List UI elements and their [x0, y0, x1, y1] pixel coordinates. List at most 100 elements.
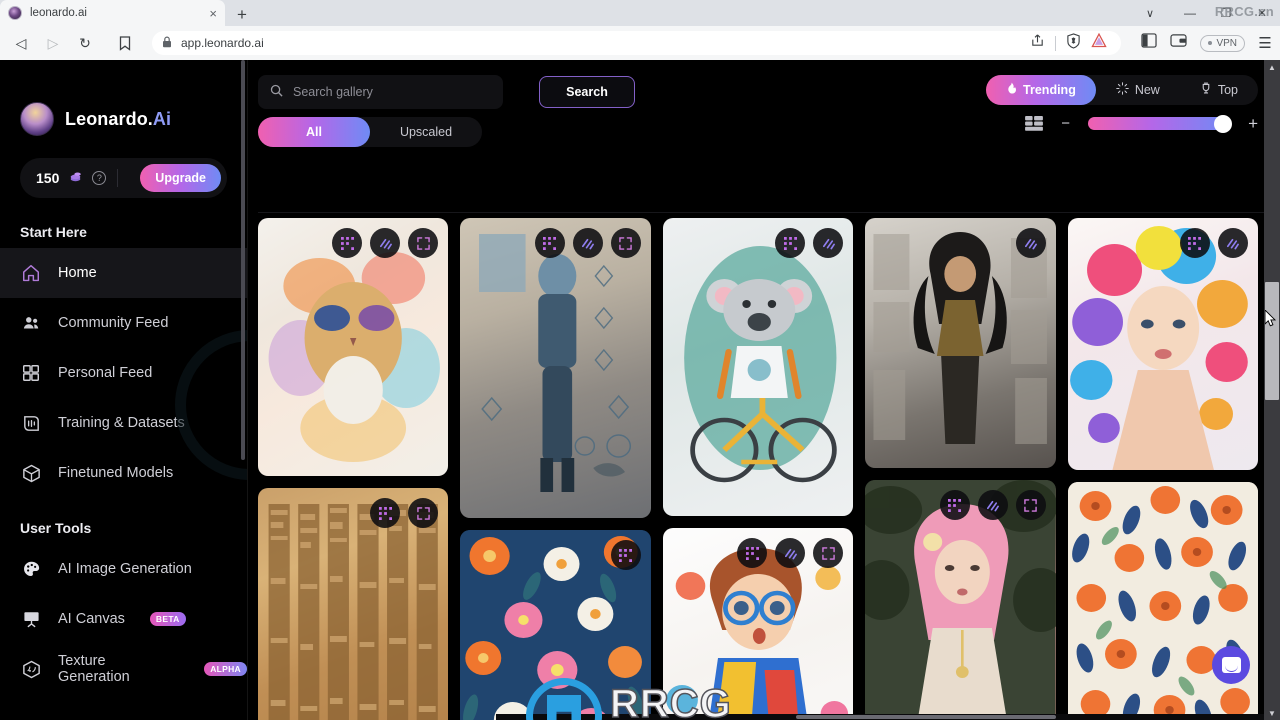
brave-shield-icon[interactable]	[1066, 32, 1081, 54]
variation-icon[interactable]	[572, 228, 603, 258]
scroll-down-arrow[interactable]: ▼	[1264, 706, 1280, 720]
sidebar-section-start-here: Start Here	[20, 224, 87, 240]
page-scroll-thumb[interactable]	[1265, 282, 1279, 400]
search-button[interactable]: Search	[539, 76, 635, 108]
horizontal-scroll-thumb[interactable]	[796, 715, 1056, 719]
tab-close-icon[interactable]: ×	[209, 7, 217, 20]
community-icon	[20, 312, 42, 334]
gallery-card[interactable]	[460, 218, 651, 518]
variation-icon[interactable]	[977, 490, 1008, 520]
horizontal-scrollbar[interactable]	[496, 714, 1280, 720]
gallery-card[interactable]	[258, 218, 449, 476]
sidebar-item-community-feed[interactable]: Community Feed	[0, 298, 247, 348]
sidebar-item-training-datasets[interactable]: Training & Datasets	[0, 398, 247, 448]
upscale-icon[interactable]	[370, 498, 401, 528]
browser-window: leonardo.ai × + ∨ — ❐ ✕ RRCG.cn ◁ ▷ ↻ ap…	[0, 0, 1280, 720]
page-content: Leonardo.Ai 150 ? Upgrade Start Here Hom…	[0, 60, 1280, 720]
variation-icon[interactable]	[1015, 228, 1046, 258]
zoom-controls: − +	[1025, 114, 1258, 133]
expand-icon[interactable]	[1015, 490, 1046, 520]
expand-icon[interactable]	[610, 228, 641, 258]
gallery-card[interactable]	[258, 488, 449, 720]
forward-icon[interactable]: ▷	[40, 30, 66, 56]
upscale-icon[interactable]	[332, 228, 363, 258]
vpn-label: VPN	[1216, 37, 1237, 49]
upscale-icon[interactable]	[610, 540, 641, 570]
filter-tab-all[interactable]: All	[258, 117, 370, 147]
new-tab-button[interactable]: +	[237, 6, 247, 23]
sidebar-item-label: AI Canvas	[58, 611, 125, 627]
sidebar-item-ai-image-generation[interactable]: AI Image Generation	[0, 544, 247, 594]
expand-icon[interactable]	[813, 538, 844, 568]
trophy-icon	[1200, 82, 1212, 98]
gallery-card[interactable]	[865, 218, 1056, 468]
sidebar-item-ai-canvas[interactable]: AI Canvas BETA	[0, 594, 247, 644]
zoom-slider[interactable]	[1088, 114, 1233, 133]
variation-icon[interactable]	[370, 228, 401, 258]
variation-icon[interactable]	[813, 228, 844, 258]
bookmark-icon[interactable]	[112, 30, 138, 56]
expand-icon[interactable]	[408, 228, 439, 258]
search-input[interactable]	[293, 85, 491, 99]
home-icon	[20, 262, 42, 284]
page-scrollbar[interactable]: ▲ ▼	[1264, 60, 1280, 720]
filter-segmented-control: All Upscaled	[258, 117, 482, 147]
vpn-toggle[interactable]: VPN	[1200, 34, 1245, 52]
sidebar-panel-icon[interactable]	[1141, 33, 1158, 53]
scroll-up-arrow[interactable]: ▲	[1264, 60, 1280, 74]
cube-icon	[20, 462, 42, 484]
chat-bubble-glyph	[1221, 657, 1241, 673]
sidebar-item-texture-generation[interactable]: Texture Generation ALPHA	[0, 644, 247, 694]
zoom-out-button[interactable]: −	[1061, 116, 1070, 131]
zoom-in-button[interactable]: +	[1248, 115, 1258, 132]
sidebar-item-home[interactable]: Home	[0, 248, 247, 298]
browser-tab[interactable]: leonardo.ai ×	[0, 0, 225, 26]
sort-tab-trending[interactable]: Trending	[986, 75, 1096, 105]
sidebar-scrollbar[interactable]	[241, 60, 245, 460]
back-icon[interactable]: ◁	[8, 30, 34, 56]
sidebar-item-label: Home	[58, 265, 97, 281]
variation-icon[interactable]	[775, 538, 806, 568]
card-action-overlay	[939, 490, 1046, 520]
upscale-icon[interactable]	[939, 490, 970, 520]
upscale-icon[interactable]	[1179, 228, 1210, 258]
question-mark-icon[interactable]: ?	[92, 171, 107, 185]
sort-tab-new[interactable]: New	[1096, 75, 1180, 105]
card-action-overlay	[775, 228, 844, 258]
intercom-chat-icon[interactable]	[1212, 646, 1250, 684]
upgrade-button[interactable]: Upgrade	[140, 164, 221, 192]
gallery-card[interactable]	[1067, 482, 1258, 720]
variation-icon[interactable]	[1217, 228, 1248, 258]
browser-menu-icon[interactable]: ☰	[1258, 30, 1272, 56]
tab-search-chevron-icon[interactable]: ∨	[1128, 0, 1172, 26]
sidebar-item-finetuned-models[interactable]: Finetuned Models	[0, 448, 247, 498]
upscale-icon[interactable]	[534, 228, 565, 258]
sidebar-item-personal-feed[interactable]: Personal Feed	[0, 348, 247, 398]
upscale-icon[interactable]	[775, 228, 806, 258]
expand-icon[interactable]	[408, 498, 439, 528]
brand-main: Leonardo.	[65, 108, 153, 129]
gallery-card[interactable]	[1067, 218, 1258, 470]
gallery-card[interactable]	[662, 218, 854, 516]
sort-tab-top[interactable]: Top	[1180, 75, 1258, 105]
gallery-card[interactable]	[865, 480, 1056, 720]
credits-pill: 150 ? Upgrade	[20, 158, 227, 198]
share-icon[interactable]	[1030, 33, 1045, 53]
brand-logo[interactable]: Leonardo.Ai	[0, 60, 247, 136]
brave-wallet-icon[interactable]	[1170, 33, 1188, 53]
gallery-card[interactable]	[662, 528, 854, 720]
address-bar[interactable]: app.leonardo.ai	[152, 31, 1122, 55]
card-action-overlay	[1179, 228, 1248, 258]
search-gallery-field[interactable]	[258, 75, 503, 109]
brand-accent: Ai	[152, 108, 172, 129]
layout-density-icon[interactable]	[1025, 116, 1044, 131]
filter-tab-upscaled[interactable]: Upscaled	[370, 117, 482, 147]
minimize-button[interactable]: —	[1172, 0, 1208, 26]
brave-leo-icon[interactable]	[1091, 32, 1108, 53]
card-action-overlay	[332, 228, 439, 258]
upscale-icon[interactable]	[737, 538, 768, 568]
gallery-card[interactable]	[460, 530, 651, 720]
card-artwork-koala-riding-bicycle	[662, 218, 854, 516]
reload-icon[interactable]: ↻	[72, 30, 98, 56]
zoom-slider-knob[interactable]	[1214, 114, 1233, 133]
